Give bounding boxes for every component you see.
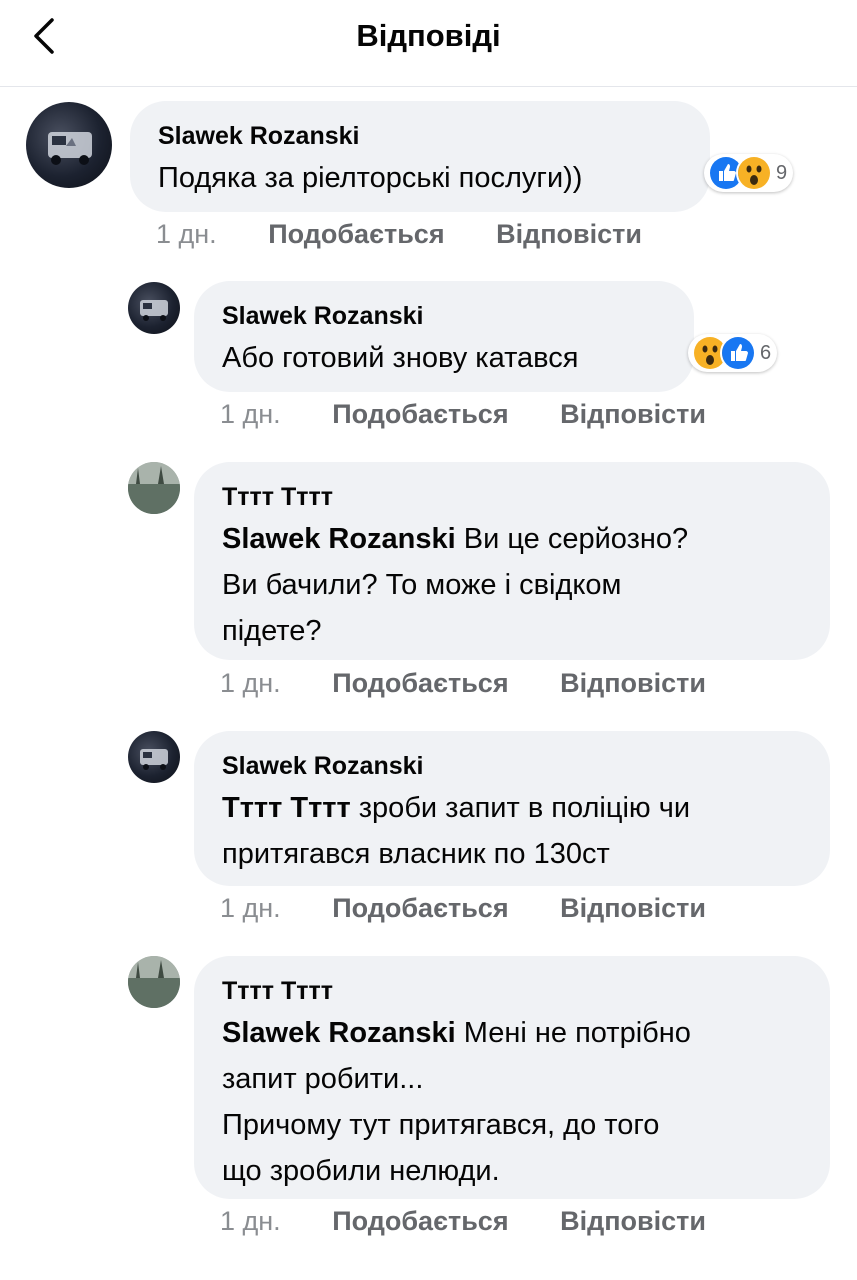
comment-text: Причому тут притягався, до того: [222, 1109, 660, 1141]
comment-time: 1 дн.: [220, 399, 281, 429]
like-button[interactable]: Подобається: [332, 668, 508, 699]
reply-button[interactable]: Відповісти: [560, 1206, 706, 1237]
reaction-count: 9: [776, 161, 788, 184]
van-photo-icon: [48, 132, 92, 165]
mention-link[interactable]: Slawek Rozanski: [222, 523, 456, 555]
reaction-count: 6: [760, 341, 772, 364]
landscape-photo-icon: [128, 462, 180, 514]
reply-button[interactable]: Відповісти: [496, 219, 642, 250]
avatar[interactable]: [128, 731, 180, 783]
reaction-summary[interactable]: 6: [688, 334, 778, 372]
comment-text: підете?: [222, 615, 322, 647]
comment-bubble: Slawek Rozanski Подяка за ріелторські по…: [130, 101, 710, 212]
like-button[interactable]: Подобається: [332, 1206, 508, 1237]
mention-link[interactable]: Slawek Rozanski: [222, 1017, 456, 1049]
comment-text: Slawek Rozanski Ви це серйозно?: [222, 516, 802, 562]
comment-bubble: Тттт Тттт Slawek Rozanski Ви це серйозно…: [194, 462, 830, 660]
mention-link[interactable]: Тттт Тттт: [222, 792, 351, 824]
comment-text: Slawek Rozanski Мені не потрібно: [222, 1010, 802, 1056]
comment-bubble: Тттт Тттт Slawek Rozanski Мені не потріб…: [194, 956, 830, 1199]
comment-author[interactable]: Тттт Тттт: [222, 976, 802, 1006]
like-button[interactable]: Подобається: [332, 399, 508, 430]
comment-time: 1 дн.: [156, 219, 217, 249]
comment-time: 1 дн.: [220, 1206, 281, 1236]
van-photo-icon: [140, 749, 168, 770]
reply-button[interactable]: Відповісти: [560, 893, 706, 924]
comment-author[interactable]: Slawek Rozanski: [222, 751, 802, 781]
wow-icon: [736, 155, 772, 191]
comment-text: Або готовий знову катався: [222, 342, 579, 374]
comment-actions: 1 дн. Подобається Відповісти: [220, 1206, 706, 1237]
comment-bubble: Slawek Rozanski Тттт Тттт зроби запит в …: [194, 731, 830, 886]
comment-actions: 1 дн. Подобається Відповісти: [220, 893, 706, 924]
page-title: Відповіді: [356, 18, 501, 53]
comment-text: що зробили нелюди.: [222, 1155, 500, 1187]
avatar[interactable]: [128, 282, 180, 334]
comment-time: 1 дн.: [220, 668, 281, 698]
avatar[interactable]: [26, 102, 112, 188]
comment-author[interactable]: Тттт Тттт: [222, 482, 802, 512]
comment-time: 1 дн.: [220, 893, 281, 923]
landscape-photo-icon: [128, 956, 180, 1008]
comment-text-segment: Ви це серйозно?: [455, 523, 689, 555]
comment-bubble: Slawek Rozanski Або готовий знову катавс…: [194, 281, 694, 392]
comment-text: Ви бачили? То може і свідком: [222, 569, 622, 601]
avatar[interactable]: [128, 462, 180, 514]
comment-text-segment: Мені не потрібно: [455, 1017, 691, 1049]
comment-actions: 1 дн. Подобається Відповісти: [220, 668, 706, 699]
comment-author[interactable]: Slawek Rozanski: [158, 121, 682, 151]
like-icon: [720, 335, 756, 371]
comment-text: запит робити...: [222, 1063, 424, 1095]
comment-text: Тттт Тттт зроби запит в поліцію чи: [222, 785, 802, 831]
like-button[interactable]: Подобається: [332, 893, 508, 924]
comment-text: притягався власник по 130ст: [222, 838, 610, 870]
like-button[interactable]: Подобається: [268, 219, 444, 250]
top-bar: Відповіді: [0, 0, 857, 87]
reaction-summary[interactable]: 9: [704, 154, 794, 192]
comment-actions: 1 дн. Подобається Відповісти: [220, 399, 706, 430]
comment-author[interactable]: Slawek Rozanski: [222, 301, 666, 331]
reply-button[interactable]: Відповісти: [560, 668, 706, 699]
van-photo-icon: [140, 300, 168, 321]
comment-actions: 1 дн. Подобається Відповісти: [156, 219, 642, 250]
reply-button[interactable]: Відповісти: [560, 399, 706, 430]
comment-text: Подяка за ріелторські послуги)): [158, 162, 583, 194]
comment-text-segment: зроби запит в поліцію чи: [350, 792, 691, 824]
avatar[interactable]: [128, 956, 180, 1008]
